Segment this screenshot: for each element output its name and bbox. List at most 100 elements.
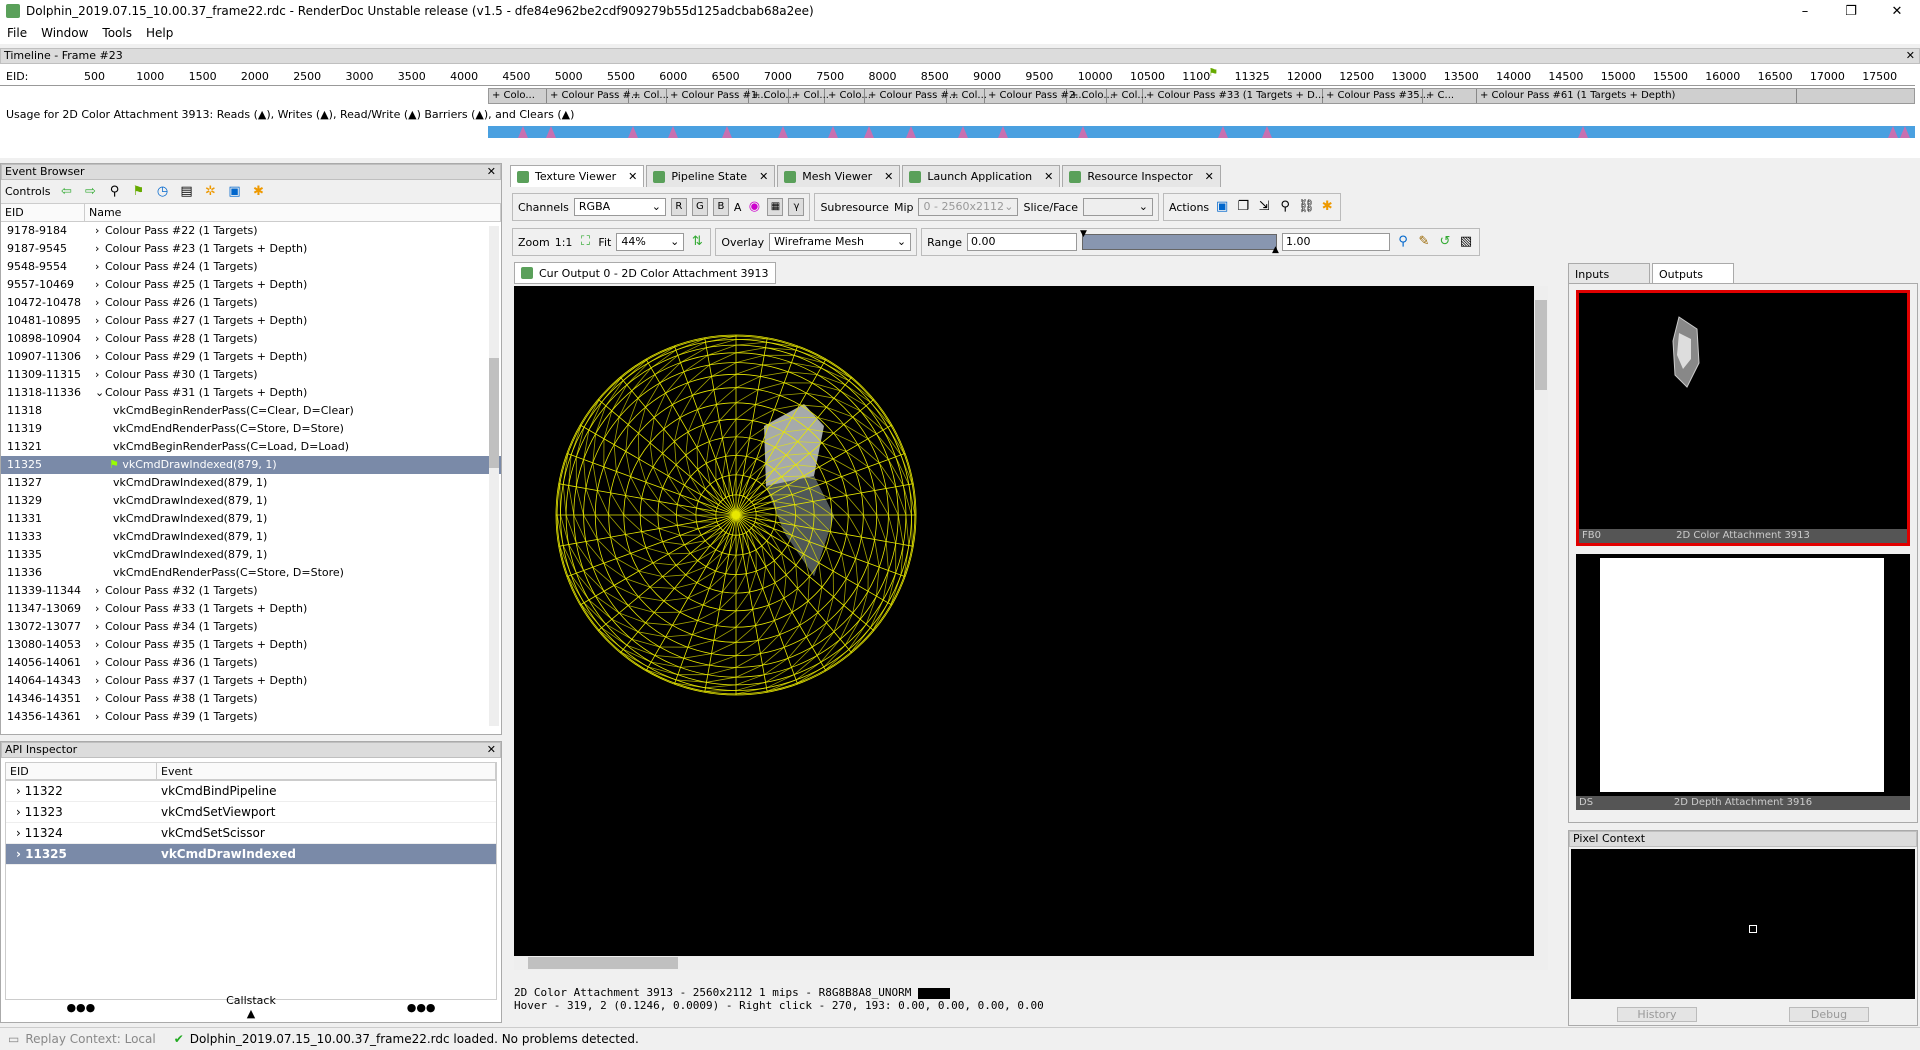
event-row[interactable]: 10481-10895 › Colour Pass #27 (1 Targets +…	[1, 312, 501, 330]
tab-inputs[interactable]: Inputs	[1568, 263, 1650, 285]
range-max-input[interactable]: 1.00	[1281, 233, 1390, 251]
event-row[interactable]: 11321 vkCmdBeginRenderPass(C=Load, D=Load…	[1, 438, 501, 456]
event-row[interactable]: 11329 vkCmdDrawIndexed(879, 1)	[1, 492, 501, 510]
timeline-pass[interactable]: + C...	[1423, 89, 1477, 103]
usage-marker[interactable]	[628, 126, 638, 138]
tab-4[interactable]: Resource Inspector ✕	[1062, 165, 1221, 187]
usage-marker[interactable]	[778, 126, 788, 138]
timeline-pass[interactable]: + Colour Pass #33 (1 Targets + D...	[1143, 89, 1324, 103]
chevron-right-icon[interactable]: ›	[95, 654, 105, 672]
pixel-context-view[interactable]	[1571, 849, 1915, 999]
chevron-right-icon[interactable]: ›	[16, 826, 25, 840]
col-eid[interactable]: EID	[1, 204, 85, 221]
chevron-right-icon[interactable]: ›	[95, 672, 105, 690]
event-row[interactable]: 10907-11306 › Colour Pass #29 (1 Targets +…	[1, 348, 501, 366]
timeline-pass[interactable]: + Colour Pass #...	[865, 89, 958, 103]
settings-puzzle-icon[interactable]: ✱	[1319, 199, 1335, 215]
chevron-right-icon[interactable]: ›	[95, 708, 105, 726]
more-dots-left[interactable]: ●●●	[66, 1001, 95, 1014]
cur-output-tab[interactable]: Cur Output 0 - 2D Color Attachment 3913	[514, 262, 776, 284]
timeline-pass-row[interactable]: + Colo... + Colour Pass #...+ Col...+ Col…	[488, 88, 1915, 104]
api-row[interactable]: › 11324 vkCmdSetScissor	[6, 823, 496, 844]
fit-button[interactable]: Fit	[598, 236, 611, 249]
gamma-toggle[interactable]: γ	[788, 198, 805, 216]
event-row[interactable]: 11318-11336 ⌄Colour Pass #31 (1 Targets +…	[1, 384, 501, 402]
timeline-pass[interactable]: + Col...	[629, 89, 669, 103]
range-min-handle[interactable]: ▼	[1080, 229, 1087, 239]
range-slider[interactable]: ▼ ▲	[1080, 229, 1279, 255]
close-icon[interactable]: ✕	[884, 170, 893, 183]
chevron-right-icon[interactable]: ›	[95, 330, 105, 348]
binoculars-icon[interactable]: ⚲	[1277, 199, 1293, 215]
history-button[interactable]: History	[1617, 1006, 1697, 1022]
channel-r-toggle[interactable]: R	[670, 198, 687, 216]
scrollbar-thumb[interactable]	[489, 358, 499, 468]
timeline-pass[interactable]: + Col...	[789, 89, 829, 103]
color-wheel-icon[interactable]: ◉	[746, 199, 762, 215]
event-row[interactable]: 11339-11344 › Colour Pass #32 (1 Targets)	[1, 582, 501, 600]
settings-puzzle-icon[interactable]: ✱	[251, 184, 267, 200]
event-row[interactable]: 14356-14361 › Colour Pass #39 (1 Targets)	[1, 708, 501, 726]
flip-icon[interactable]: ⇅	[689, 234, 705, 250]
close-icon[interactable]: ✕	[487, 743, 496, 757]
menu-window[interactable]: Window	[34, 26, 95, 40]
texture-canvas[interactable]	[514, 286, 1548, 970]
scrollbar-thumb[interactable]	[528, 957, 678, 969]
tab-0[interactable]: Texture Viewer ✕	[510, 165, 645, 187]
link-icon[interactable]: ⛓	[1298, 199, 1315, 215]
reset-range-icon[interactable]: ↺	[1437, 234, 1453, 250]
binoculars-icon[interactable]: ⚲	[107, 184, 123, 200]
close-icon[interactable]: ✕	[628, 170, 637, 183]
more-dots-right[interactable]: ●●●	[407, 1001, 436, 1014]
canvas-vscrollbar[interactable]	[1534, 286, 1548, 970]
minimize-button[interactable]: –	[1782, 4, 1828, 19]
close-icon[interactable]: ✕	[1205, 170, 1214, 183]
channel-g-toggle[interactable]: G	[691, 198, 708, 216]
current-event-flag-icon[interactable]: ⚑	[1208, 66, 1218, 79]
event-row[interactable]: 10472-10478 › Colour Pass #26 (1 Targets)	[1, 294, 501, 312]
checkerboard-icon[interactable]: ▦	[767, 198, 784, 216]
channels-select[interactable]: RGBA ⌄	[573, 198, 666, 216]
event-row[interactable]: 9187-9545 › Colour Pass #23 (1 Targets + D…	[1, 240, 501, 258]
close-icon[interactable]: ✕	[487, 165, 496, 179]
menu-file[interactable]: File	[0, 26, 34, 40]
channel-a-toggle[interactable]: A	[734, 201, 742, 214]
event-row[interactable]: 11325 ⚑ vkCmdDrawIndexed(879, 1)	[1, 456, 501, 474]
chevron-right-icon[interactable]: ›	[95, 348, 105, 366]
usage-marker[interactable]	[546, 126, 556, 138]
save-icon[interactable]: ▣	[227, 184, 243, 200]
save-icon[interactable]: ▣	[1214, 199, 1230, 215]
event-row[interactable]: 11336 vkCmdEndRenderPass(C=Store, D=Store…	[1, 564, 501, 582]
tab-3[interactable]: Launch Application ✕	[902, 165, 1061, 187]
canvas-hscrollbar[interactable]	[514, 956, 1534, 970]
event-scrollbar[interactable]	[489, 226, 499, 726]
copy-icon[interactable]: ❐	[1235, 199, 1251, 215]
channel-b-toggle[interactable]: B	[712, 198, 729, 216]
timeline-icon[interactable]: ▤	[179, 184, 195, 200]
tab-1[interactable]: Pipeline State ✕	[646, 165, 776, 187]
timeline-pass[interactable]: + Colo...	[749, 89, 795, 103]
tab-2[interactable]: Mesh Viewer ✕	[777, 165, 901, 187]
event-row[interactable]: 11318 vkCmdBeginRenderPass(C=Clear, D=Cle…	[1, 402, 501, 420]
event-row[interactable]: 14064-14343 › Colour Pass #37 (1 Targets +…	[1, 672, 501, 690]
event-row[interactable]: 11309-11315 › Colour Pass #30 (1 Targets)	[1, 366, 501, 384]
usage-marker[interactable]	[1578, 126, 1588, 138]
thumb-ds[interactable]: DS 2D Depth Attachment 3916	[1576, 554, 1910, 810]
event-row[interactable]: 10898-10904 › Colour Pass #28 (1 Targets)	[1, 330, 501, 348]
chevron-right-icon[interactable]: ›	[95, 240, 105, 258]
range-min-input[interactable]: 0.00	[966, 233, 1077, 251]
close-icon[interactable]: ✕	[759, 170, 768, 183]
timeline-pass[interactable]: + Colo...	[1067, 89, 1113, 103]
usage-marker[interactable]	[668, 126, 678, 138]
chevron-right-icon[interactable]: ›	[95, 222, 105, 240]
zoom-one-to-one-button[interactable]: 1:1	[555, 236, 573, 249]
event-row[interactable]: 11333 vkCmdDrawIndexed(879, 1)	[1, 528, 501, 546]
event-row[interactable]: 11347-13069 › Colour Pass #33 (1 Targets +…	[1, 600, 501, 618]
auto-fit-icon[interactable]: ✎	[1416, 234, 1432, 250]
mip-select[interactable]: 0 - 2560x2112 ⌄	[918, 198, 1019, 216]
chevron-right-icon[interactable]: ›	[95, 690, 105, 708]
close-window-button[interactable]: ✕	[1874, 4, 1920, 19]
event-row[interactable]: 11331 vkCmdDrawIndexed(879, 1)	[1, 510, 501, 528]
range-max-handle[interactable]: ▲	[1272, 245, 1279, 255]
col-eid[interactable]: EID	[6, 763, 157, 779]
